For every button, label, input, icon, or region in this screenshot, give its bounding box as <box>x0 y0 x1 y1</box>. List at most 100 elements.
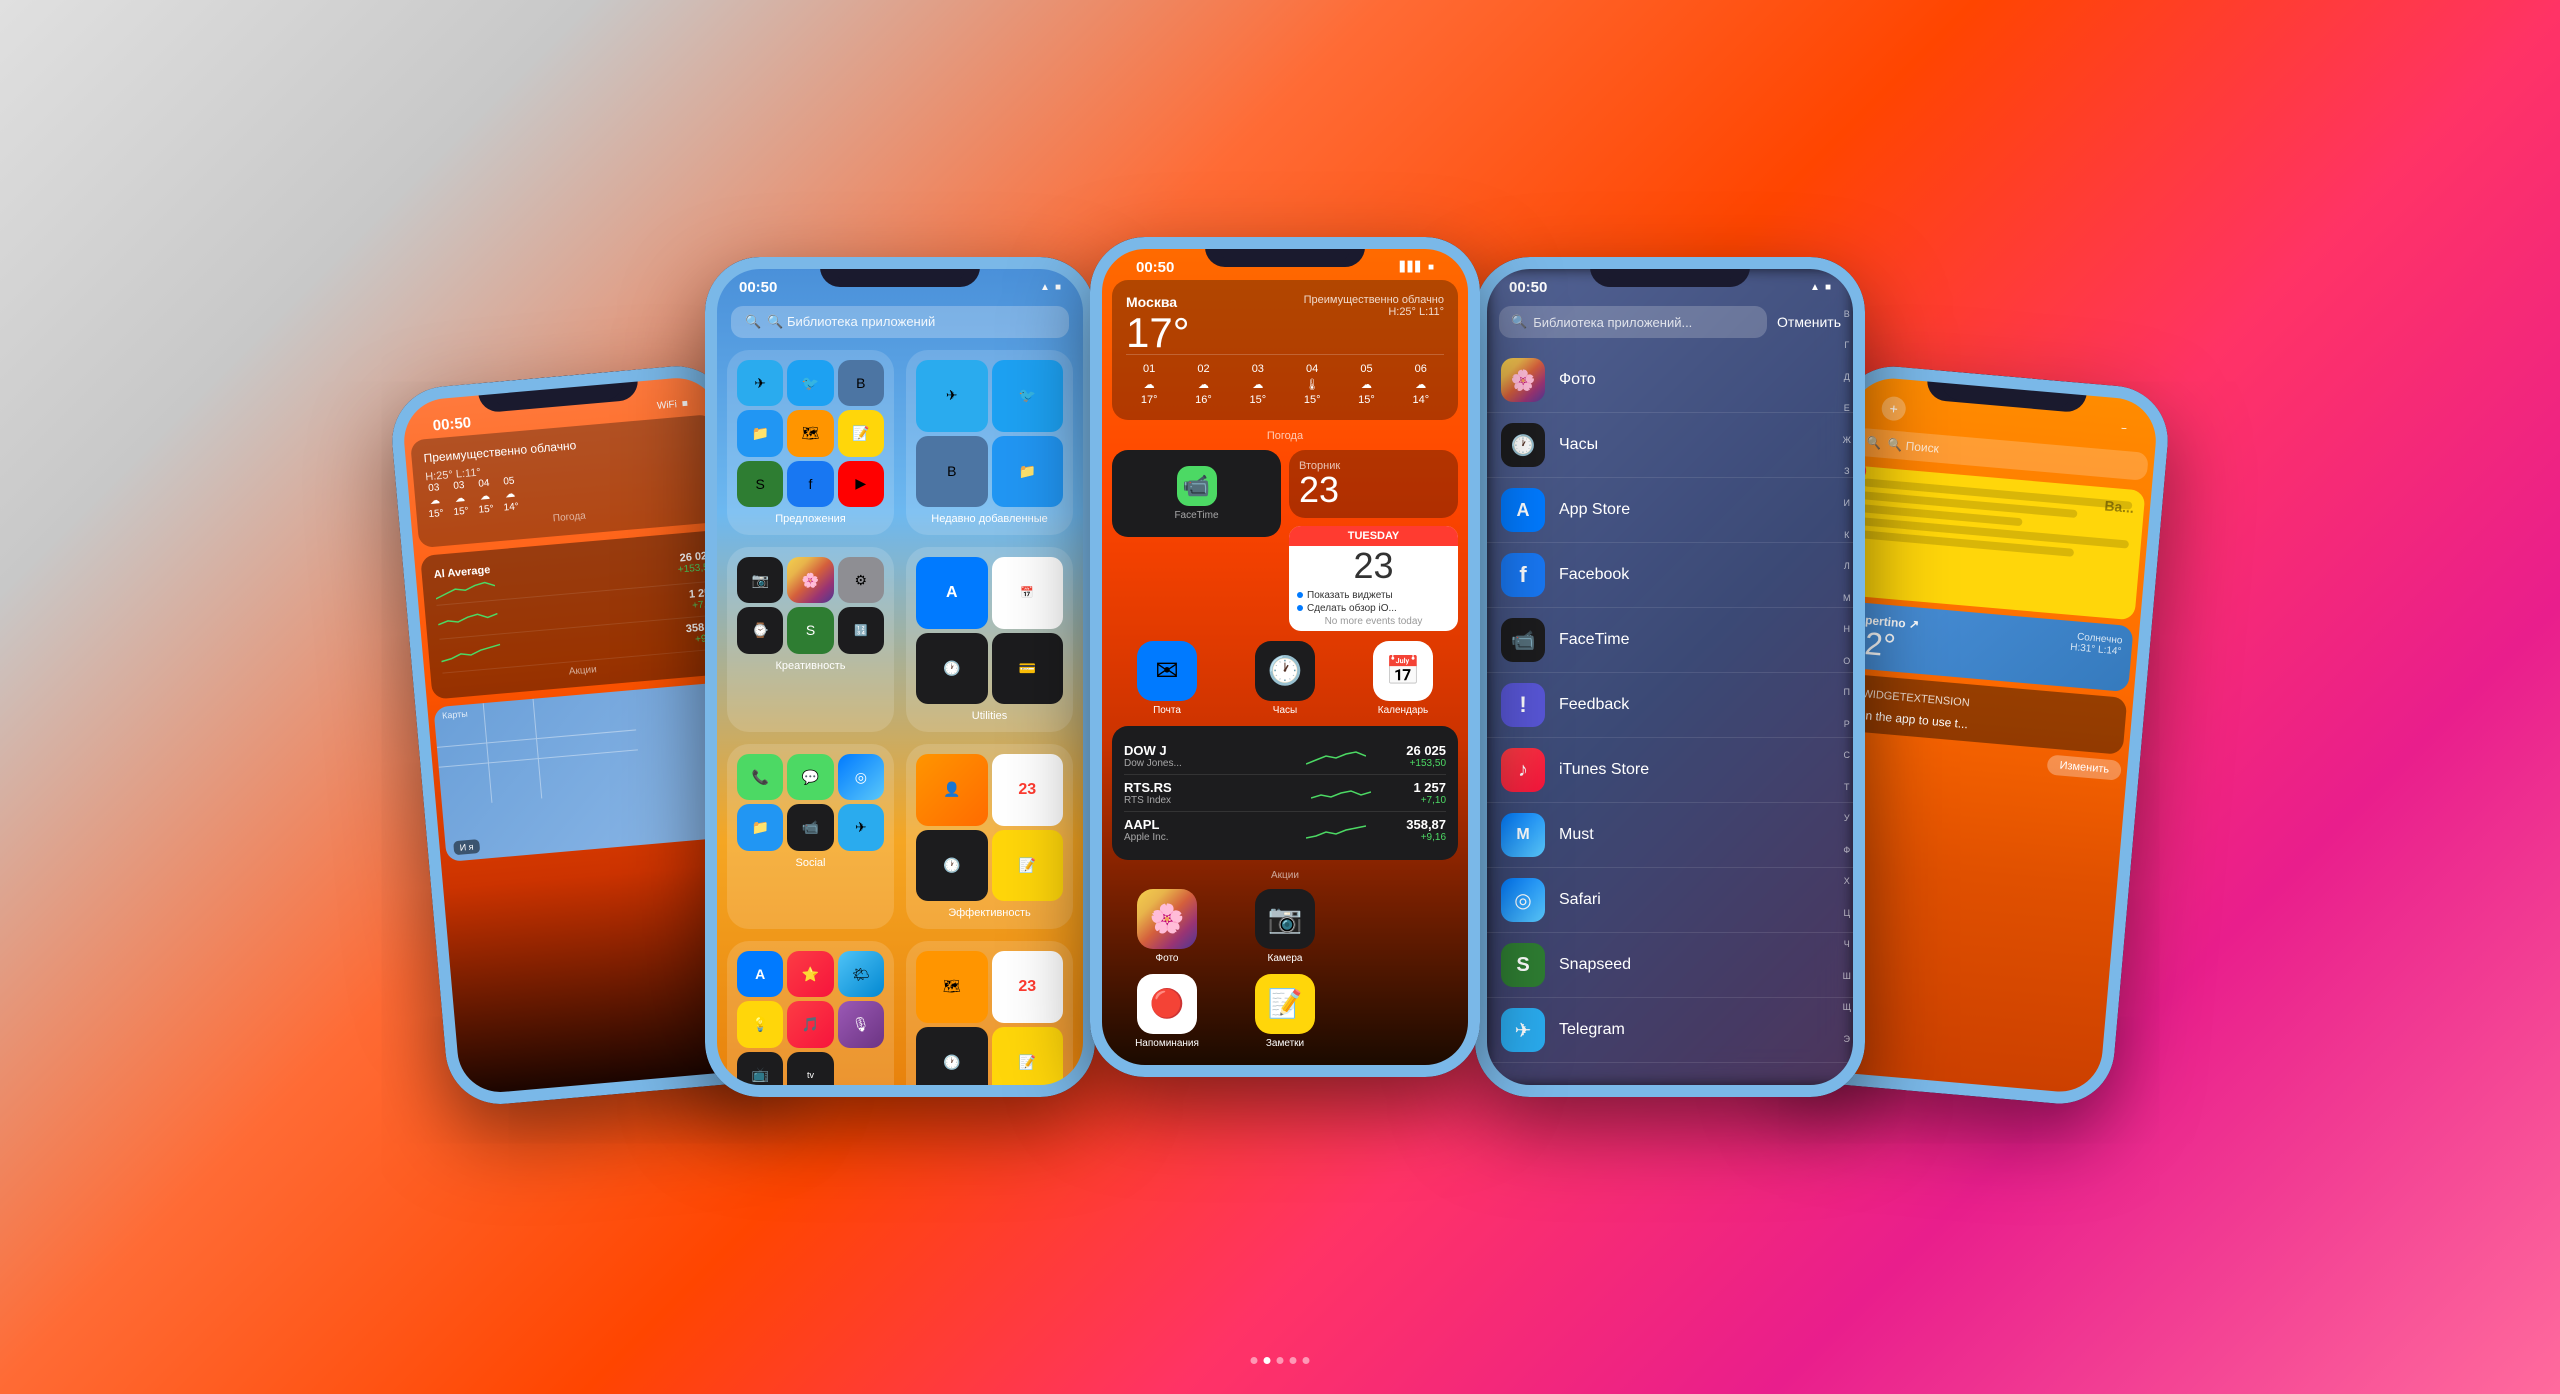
app-appstore-2[interactable]: A <box>737 951 783 997</box>
app-telegram-1[interactable]: ✈ <box>737 360 783 406</box>
bottom-app-calendar[interactable]: 📅 Календарь <box>1348 641 1458 716</box>
app-telegram-3[interactable]: ✈ <box>838 804 884 850</box>
dot-1[interactable] <box>1251 1357 1258 1364</box>
search-bar-4[interactable]: 🔍 Библиотека приложений... <box>1499 306 1767 338</box>
app-tv-1[interactable]: 📺 <box>737 1052 783 1087</box>
search-bar-library[interactable]: 🔍 🔍 Библиотека приложений <box>731 306 1069 338</box>
app-item-photos[interactable]: 🌸 Фото <box>1485 348 1855 413</box>
app-files-2[interactable]: 📁 <box>992 436 1064 508</box>
app-music-1[interactable]: 🎵 <box>787 1001 833 1047</box>
folder-social[interactable]: 📞 💬 ◎ 📁 📹 ✈ Social <box>727 744 894 929</box>
app-tv2-1[interactable]: tv <box>787 1052 833 1087</box>
app-maps-2[interactable]: 🗺 <box>916 951 988 1023</box>
app-telegram-2[interactable]: ✈ <box>916 360 988 432</box>
app-item-telegram[interactable]: ✈ Telegram <box>1485 998 1855 1063</box>
plus-btn-5[interactable]: + <box>1881 396 1907 422</box>
folder-efficiency[interactable]: 👤 23 🕐 📝 Эффективность <box>906 744 1073 929</box>
calendar-widget: TUESDAY 23 Показать виджеты Сделать обзо… <box>1289 526 1458 631</box>
app-appstore-1[interactable]: A <box>916 557 988 629</box>
app-item-itunes[interactable]: ♪ iTunes Store <box>1485 738 1855 803</box>
app-settings-1[interactable]: ⚙ <box>838 557 884 603</box>
app-weather-1[interactable]: 🌤 <box>838 951 884 997</box>
app-vk-1[interactable]: В <box>838 360 884 406</box>
app-files-3[interactable]: 📁 <box>737 804 783 850</box>
app-messages-1[interactable]: 💬 <box>787 754 833 800</box>
app-watch-1[interactable]: ⌚ <box>737 607 783 653</box>
app-notes-2[interactable]: 📝 <box>992 830 1064 902</box>
app-clock-1[interactable]: 🕐 <box>916 633 988 705</box>
app-list-icon-itunes: ♪ <box>1501 748 1545 792</box>
calendar-widget-area: Вторник 23 TUESDAY 23 Показать виджеты <box>1289 450 1458 631</box>
app-contacts-1[interactable]: 👤 <box>916 754 988 826</box>
app-tips-1[interactable]: 💡 <box>737 1001 783 1047</box>
app-item-must[interactable]: M Must <box>1485 803 1855 868</box>
app-safari-1[interactable]: ◎ <box>838 754 884 800</box>
app-notes-3[interactable]: 📝 <box>992 1027 1064 1088</box>
app-files-1[interactable]: 📁 <box>737 410 783 456</box>
facetime-widget: 📹 FaceTime <box>1112 450 1281 537</box>
folder-suggestions[interactable]: ✈ 🐦 В 📁 🗺 📝 S f ▶ Предложения <box>727 350 894 535</box>
app-snapseed-1[interactable]: S <box>737 461 783 507</box>
app-item-facebook[interactable]: f Facebook <box>1485 543 1855 608</box>
stock-ticker-rts: RTS.RS <box>1124 780 1269 795</box>
stock-change-dow: +153,50 <box>1406 758 1446 769</box>
app-notes-1[interactable]: 📝 <box>838 410 884 456</box>
app-item-clock[interactable]: 🕐 Часы <box>1485 413 1855 478</box>
bottom-app-camera[interactable]: 📷 Камера <box>1230 889 1340 964</box>
bottom-app-reminders[interactable]: 🔴 Напоминания <box>1112 974 1222 1049</box>
bottom-app-clock[interactable]: 🕐 Часы <box>1230 641 1340 716</box>
folder-recent[interactable]: ✈ 🐦 В 📁 Недавно добавленные <box>906 350 1073 535</box>
app-list-icon-safari: ◎ <box>1501 878 1545 922</box>
wh-3: 03☁15° <box>1235 363 1281 406</box>
app-item-snapseed[interactable]: S Snapseed <box>1485 933 1855 998</box>
app-item-safari[interactable]: ◎ Safari <box>1485 868 1855 933</box>
app-clock-3[interactable]: 🕐 <box>916 1027 988 1088</box>
app-yt-1[interactable]: ▶ <box>838 461 884 507</box>
app-calendar-1[interactable]: 📅 <box>992 557 1064 629</box>
app-facetime-1[interactable]: 📹 <box>787 804 833 850</box>
folder-apps-creative: 📷 🌸 ⚙ ⌚ S 🔢 <box>737 557 884 654</box>
folder-apps-util2: 🗺 23 🕐 📝 <box>916 951 1063 1087</box>
minus-btn-5[interactable]: − <box>2121 423 2128 434</box>
dot-3[interactable] <box>1277 1357 1284 1364</box>
app-calendar-3[interactable]: 23 <box>992 951 1064 1023</box>
app-vk-2[interactable]: В <box>916 436 988 508</box>
app-itunes-1[interactable]: ⭐ <box>787 951 833 997</box>
app-library-screen: 00:50 ▲ ■ 🔍 🔍 Библиотека приложений <box>715 267 1085 1087</box>
app-twitter-1[interactable]: 🐦 <box>787 360 833 406</box>
bottom-app-mail[interactable]: ✉ Почта <box>1112 641 1222 716</box>
dot-4[interactable] <box>1290 1357 1297 1364</box>
app-wallet-1[interactable]: 💳 <box>992 633 1064 705</box>
bottom-app-notes[interactable]: 📝 Заметки <box>1230 974 1340 1049</box>
app-maps-1[interactable]: 🗺 <box>787 410 833 456</box>
search-text-4: Библиотека приложений... <box>1533 315 1692 330</box>
app-clock-2[interactable]: 🕐 <box>916 830 988 902</box>
cancel-button-4[interactable]: Отменить <box>1777 314 1841 330</box>
folder-utilities2[interactable]: 🗺 23 🕐 📝 <box>906 941 1073 1087</box>
dot-2[interactable] <box>1264 1357 1271 1364</box>
app-item-feedback[interactable]: ! Feedback <box>1485 673 1855 738</box>
map-svg-1 <box>433 681 749 857</box>
app-twitter-2[interactable]: 🐦 <box>992 360 1064 432</box>
app-podcasts-1[interactable]: 🎙 <box>838 1001 884 1047</box>
app-fb-1[interactable]: f <box>787 461 833 507</box>
app-phone-1[interactable]: 📞 <box>737 754 783 800</box>
bottom-app-photos[interactable]: 🌸 Фото <box>1112 889 1222 964</box>
app-list-icon-snapseed: S <box>1501 943 1545 987</box>
app-calc-1[interactable]: 🔢 <box>838 607 884 653</box>
app-camera-1[interactable]: 📷 <box>737 557 783 603</box>
folder-entertainment[interactable]: A ⭐ 🌤 💡 🎵 🎙 📺 tv <box>727 941 894 1087</box>
app-photos-1[interactable]: 🌸 <box>787 557 833 603</box>
folder-utilities[interactable]: A 📅 🕐 💳 Utilities <box>906 547 1073 732</box>
app-item-facetime[interactable]: 📹 FaceTime <box>1485 608 1855 673</box>
app-item-appstore[interactable]: A App Store <box>1485 478 1855 543</box>
edit-button[interactable]: Изменить <box>2047 754 2122 780</box>
folder-creative[interactable]: 📷 🌸 ⚙ ⌚ S 🔢 Креативность <box>727 547 894 732</box>
dot-5[interactable] <box>1303 1357 1310 1364</box>
folder-apps-suggestions: ✈ 🐦 В 📁 🗺 📝 S f ▶ <box>737 360 884 507</box>
facetime-icon[interactable]: 📹 <box>1177 466 1217 506</box>
stock-values-dow: 26 025 +153,50 <box>1406 743 1446 769</box>
app-list-icon-fb: f <box>1501 553 1545 597</box>
app-calendar-2[interactable]: 23 <box>992 754 1064 826</box>
app-snapseed-2[interactable]: S <box>787 607 833 653</box>
